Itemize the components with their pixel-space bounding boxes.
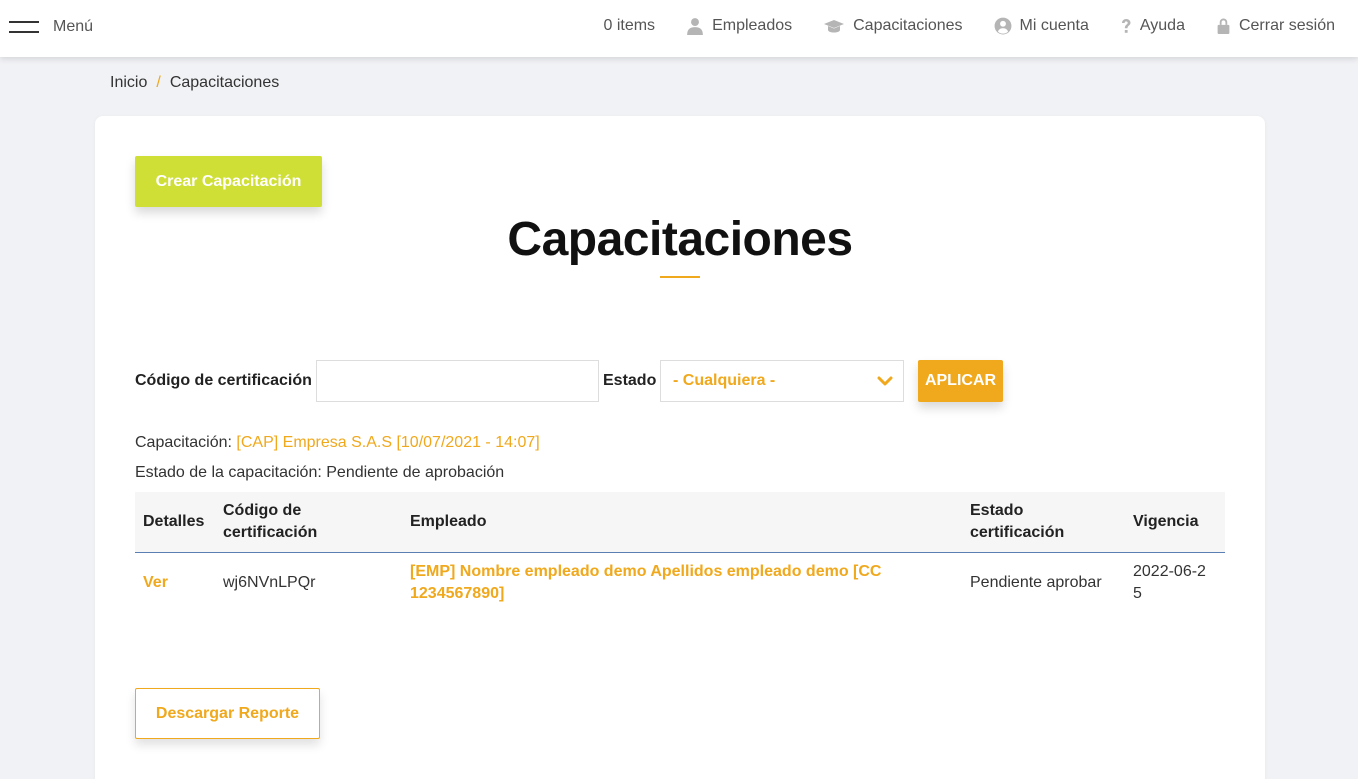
code-filter-label: Código de certificación — [135, 372, 312, 389]
header-detalles: Detalles — [143, 513, 205, 530]
user-icon — [686, 17, 704, 35]
title-underline — [660, 276, 700, 278]
training-status-info: Estado de la capacitación: Pendiente de … — [135, 464, 504, 482]
row-codigo: wj6NVnLPQr — [223, 574, 316, 591]
status-filter-label: Estado — [603, 372, 657, 389]
training-info: Capacitación: [CAP] Empresa S.A.S [10/07… — [135, 434, 540, 452]
nav-cerrar-sesion[interactable]: Cerrar sesión — [1216, 17, 1335, 35]
header-estado: Estado certificación — [970, 502, 1065, 541]
table-header: Detalles Código de certificación Emplead… — [135, 492, 1225, 553]
lock-icon — [1216, 17, 1231, 35]
nav-mi-cuenta-label: Mi cuenta — [1019, 17, 1089, 34]
question-icon — [1120, 17, 1132, 35]
breadcrumb-home[interactable]: Inicio — [110, 74, 147, 92]
nav-empleados[interactable]: Empleados — [686, 17, 792, 35]
hamburger-icon — [9, 21, 39, 33]
create-training-button[interactable]: Crear Capacitación — [135, 156, 322, 207]
page-title: Capacitaciones — [507, 213, 853, 266]
chevron-down-icon — [877, 373, 893, 389]
nav-cerrar-sesion-label: Cerrar sesión — [1238, 17, 1335, 34]
nav-empleados-label: Empleados — [712, 17, 793, 34]
nav-capacitaciones[interactable]: Capacitaciones — [823, 17, 963, 35]
nav-links: 0 items Empleados Capacitaciones Mi cuen… — [603, 0, 1335, 52]
nav-ayuda[interactable]: Ayuda — [1120, 17, 1185, 35]
breadcrumb: Inicio / Capacitaciones — [110, 74, 279, 92]
row-estado: Pendiente aprobar — [970, 574, 1102, 591]
status-filter-select[interactable]: - Cualquiera - — [660, 360, 904, 402]
row-vigencia: 2022-06-25 — [1133, 563, 1206, 602]
row-ver-link[interactable]: Ver — [143, 553, 213, 613]
header-empleado: Empleado — [410, 513, 487, 530]
nav-ayuda-label: Ayuda — [1139, 17, 1185, 34]
training-status-value: Pendiente de aprobación — [326, 464, 505, 481]
nav-cart-label: 0 items — [603, 17, 656, 34]
nav-mi-cuenta[interactable]: Mi cuenta — [994, 17, 1089, 35]
certifications-table: Detalles Código de certificación Emplead… — [135, 492, 1225, 615]
header-codigo: Código de certificación — [223, 502, 318, 541]
status-filter-value: - Cualquiera - — [673, 372, 776, 389]
menu-button[interactable]: Menú — [9, 14, 93, 40]
top-navbar: Menú 0 items Empleados Capacitaciones Mi… — [0, 0, 1358, 57]
graduation-cap-icon — [823, 17, 845, 35]
breadcrumb-current: Capacitaciones — [169, 74, 280, 91]
breadcrumb-separator: / — [156, 74, 161, 91]
apply-filter-button[interactable]: APLICAR — [918, 360, 1003, 402]
download-report-button[interactable]: Descargar Reporte — [135, 688, 320, 739]
code-filter-input[interactable] — [316, 360, 599, 402]
menu-label: Menú — [53, 18, 94, 35]
training-prefix: Capacitación: — [135, 434, 232, 451]
nav-capacitaciones-label: Capacitaciones — [853, 17, 963, 34]
nav-cart-items[interactable]: 0 items — [603, 17, 655, 35]
main-card: Crear Capacitación Capacitaciones Código… — [95, 116, 1265, 779]
training-link[interactable]: [CAP] Empresa S.A.S [10/07/2021 - 14:07] — [236, 434, 539, 451]
row-empleado-link[interactable]: [EMP] Nombre empleado demo Apellidos emp… — [410, 553, 910, 613]
header-vigencia: Vigencia — [1133, 513, 1199, 530]
table-row: Ver wj6NVnLPQr [EMP] Nombre empleado dem… — [135, 553, 1225, 615]
training-status-prefix: Estado de la capacitación: — [135, 464, 322, 481]
account-circle-icon — [994, 17, 1012, 35]
